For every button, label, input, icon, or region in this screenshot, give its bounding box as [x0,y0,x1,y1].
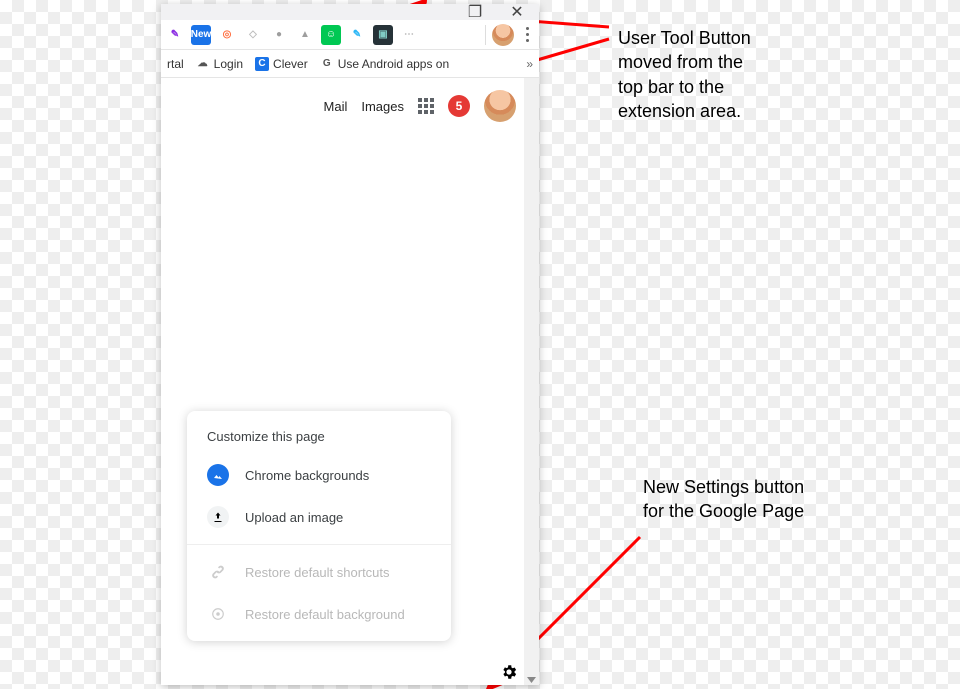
bookmark-label: Clever [273,57,308,71]
bk-login-icon: ☁ [196,57,210,71]
restore-background-item: Restore default background [187,593,451,635]
caption-user-tool: User Tool Button moved from the top bar … [618,26,768,123]
chrome-backgrounds-item[interactable]: Chrome backgrounds [187,454,451,496]
ext-orange[interactable]: ◎ [217,25,237,45]
scrollbar[interactable] [524,78,539,685]
ext-purple[interactable]: ✎ [165,25,185,45]
caption-settings: New Settings button for the Google Page [643,475,823,524]
bookmarks-bar: rtal ☁ Login C Clever G Use Android apps on » [161,50,539,78]
upload-image-item[interactable]: Upload an image [187,496,451,538]
ext-note[interactable]: ✎ [347,25,367,45]
window-restore-icon[interactable]: ❐ [467,6,483,18]
bk-rtal[interactable]: rtal [167,57,184,71]
bk-android[interactable]: G Use Android apps on [320,57,449,71]
ext-pdf[interactable]: ▲ [295,25,315,45]
ext-new[interactable]: New [191,25,211,45]
bookmark-label: Use Android apps on [338,57,449,71]
settings-gear-icon[interactable] [500,663,518,681]
upload-icon [207,506,229,528]
notifications-badge[interactable]: 5 [448,95,470,117]
popup-item-label: Chrome backgrounds [245,468,369,483]
bk-clever[interactable]: C Clever [255,57,308,71]
images-link[interactable]: Images [361,99,404,114]
chrome-icon [207,603,229,625]
restore-shortcuts-item: Restore default shortcuts [187,551,451,593]
bk-android-icon: G [320,57,334,71]
popup-item-label: Restore default background [245,607,405,622]
ext-grey1[interactable]: ● [269,25,289,45]
window-titlebar: ❐ ✕ [161,4,539,20]
ext-shield[interactable]: ◇ [243,25,263,45]
bookmarks-overflow[interactable]: » [526,57,533,71]
browser-window: ❐ ✕ ✎ New ◎ ◇ ● ▲ ☺ ✎ ▣ ⋯ rtal ☁ Login C Clever G Use A… [161,4,539,685]
bookmark-label: rtal [167,57,184,71]
bk-login[interactable]: ☁ Login [196,57,243,71]
customize-popup: Customize this page Chrome backgrounds U… [187,411,451,641]
toolbar-separator [485,25,486,45]
bookmark-label: Login [214,57,243,71]
popup-item-label: Restore default shortcuts [245,565,390,580]
window-close-icon[interactable]: ✕ [509,6,525,18]
ext-more[interactable]: ⋯ [399,25,419,45]
popup-item-label: Upload an image [245,510,343,525]
mail-link[interactable]: Mail [324,99,348,114]
popup-title: Customize this page [187,429,451,454]
link-icon [207,561,229,583]
bk-clever-icon: C [255,57,269,71]
menu-button[interactable] [520,27,535,42]
landscape-icon [207,464,229,486]
ext-green[interactable]: ☺ [321,25,341,45]
ext-dark[interactable]: ▣ [373,25,393,45]
new-tab-page: Mail Images 5 Customize this page Chrome… [161,78,524,685]
google-header: Mail Images 5 [324,90,516,122]
extensions-toolbar: ✎ New ◎ ◇ ● ▲ ☺ ✎ ▣ ⋯ [161,20,539,50]
user-avatar-button[interactable] [492,24,514,46]
account-avatar[interactable] [484,90,516,122]
apps-grid-icon[interactable] [418,98,434,114]
